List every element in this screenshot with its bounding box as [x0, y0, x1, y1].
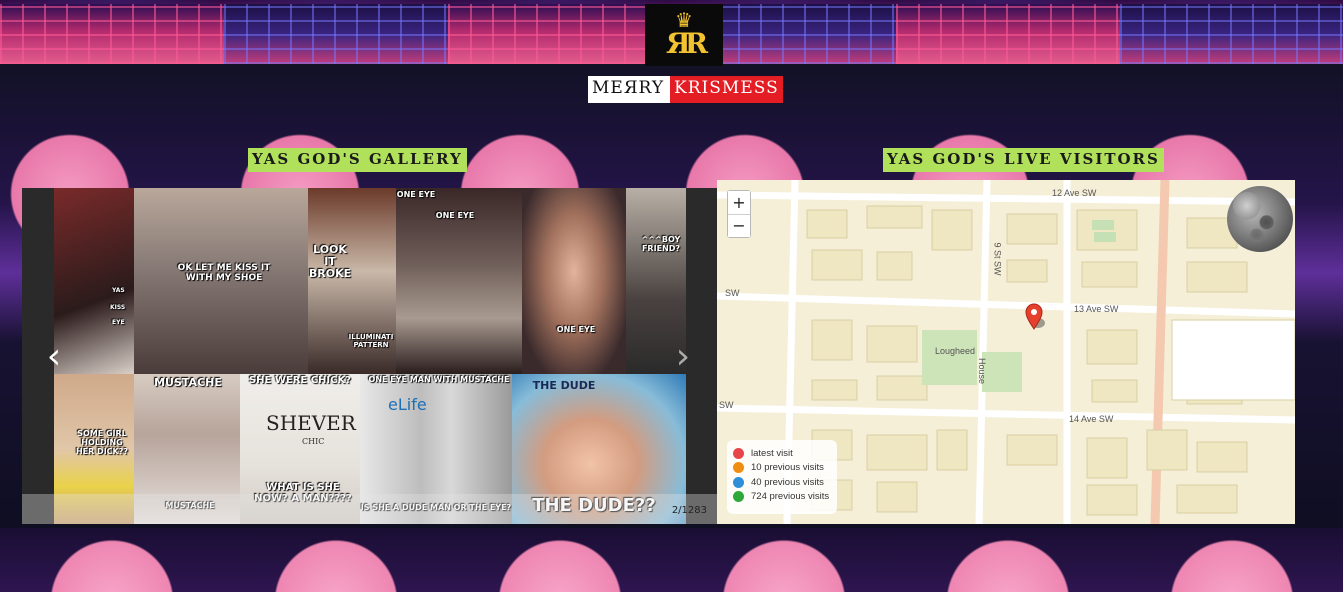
gallery-tile[interactable]: ONE EYE — [522, 188, 626, 374]
street-label-13-ave: 13 Ave SW — [1074, 304, 1119, 314]
moon-icon — [1227, 186, 1293, 252]
gallery-next-arrow-icon[interactable]: › — [669, 338, 697, 378]
street-label-house: House — [977, 357, 988, 385]
background-bottom-tiles — [0, 528, 1343, 592]
visit-marker-icon[interactable] — [1024, 303, 1046, 331]
logo-monogram: ЯR — [666, 27, 708, 60]
visits-legend: latest visit 10 previous visits 40 previ… — [727, 440, 837, 514]
gallery-caption: OK LET ME KISS IT WITH MY SHOE — [177, 263, 271, 283]
gallery-caption: YAS — [112, 287, 125, 294]
gallery-caption-strip — [22, 494, 717, 524]
street-label-14-ave: 14 Ave SW — [1069, 414, 1114, 424]
street-label-sw-1: SW — [725, 288, 740, 298]
magazine-title: SHEVER — [266, 411, 356, 435]
gallery-tile[interactable]: OK LET ME KISS IT WITH MY SHOE — [134, 188, 308, 374]
zoom-out-button[interactable]: − — [728, 214, 750, 237]
gallery-tile[interactable]: ONE EYE ONE EYE — [396, 188, 522, 374]
gallery-caption: KISS — [110, 304, 126, 311]
gallery-caption: ONE EYE — [556, 325, 596, 334]
street-label-12-ave: 12 Ave SW — [1052, 188, 1097, 198]
gallery-heading: YAS GOD'S GALLERY — [248, 148, 467, 172]
gallery-caption: THE DUDE — [532, 379, 596, 392]
gallery-prev-arrow-icon[interactable]: ‹ — [40, 338, 68, 378]
merry-krismess-banner: MEЯRY KRISMESS — [588, 76, 783, 103]
gallery-caption: ONE EYE — [435, 211, 475, 220]
gallery-caption: LOOK IT BROKE — [308, 243, 352, 281]
gallery-caption: MUSTACHE — [154, 376, 222, 389]
zoom-in-button[interactable]: + — [728, 191, 750, 214]
banner-left-text: MEЯRY — [588, 76, 671, 103]
gallery-caption: ^^^BOY FRIEND? — [641, 235, 681, 253]
legend-dot-latest — [733, 447, 744, 459]
street-label-lougheed: Lougheed — [935, 346, 976, 356]
legend-dot-10 — [733, 462, 744, 474]
gallery-caption: ONE EYE — [396, 190, 436, 199]
gallery-counter: 2/1283 — [671, 505, 707, 516]
legend-label: 10 previous visits — [751, 462, 824, 474]
magazine-title: eLife — [388, 395, 427, 414]
gallery-caption: SHE WERE CHICK? — [248, 375, 352, 386]
image-gallery[interactable]: YAS KISS EYE OK LET ME KISS IT WITH MY S… — [22, 188, 717, 524]
gallery-caption: ILLUMINATI PATTERN — [348, 333, 394, 349]
legend-item: 10 previous visits — [733, 461, 837, 476]
magazine-subtitle: CHIC — [302, 437, 325, 446]
legend-item: latest visit — [733, 446, 837, 461]
legend-item: 40 previous visits — [733, 475, 837, 490]
gallery-caption: ONE EYE MAN WITH MUSTACHE — [368, 375, 510, 384]
legend-label: latest visit — [751, 447, 793, 459]
visitor-map[interactable]: 12 Ave SW 13 Ave SW 14 Ave SW 9 St SW Lo… — [717, 180, 1295, 524]
site-logo[interactable]: ♛ ЯR — [645, 4, 723, 66]
legend-item: 724 previous visits — [733, 490, 837, 505]
gallery-caption: EYE — [112, 319, 125, 326]
gallery-tiles: YAS KISS EYE OK LET ME KISS IT WITH MY S… — [54, 188, 686, 524]
street-label-9-st: 9 St SW — [992, 242, 1003, 276]
legend-dot-40 — [733, 476, 744, 488]
visitors-heading: YAS GOD'S LIVE VISITORS — [883, 148, 1164, 172]
legend-label: 724 previous visits — [751, 491, 830, 503]
gallery-tile[interactable]: LOOK IT BROKE ILLUMINATI PATTERN — [308, 188, 396, 374]
gallery-caption: SOME GIRL HOLDING HER DICK?? — [75, 429, 129, 456]
legend-label: 40 previous visits — [751, 476, 824, 488]
map-zoom-controls: + − — [727, 190, 751, 238]
legend-dot-724 — [733, 491, 744, 503]
street-label-sw-2: SW — [719, 400, 734, 410]
banner-right-text: KRISMESS — [670, 76, 783, 103]
